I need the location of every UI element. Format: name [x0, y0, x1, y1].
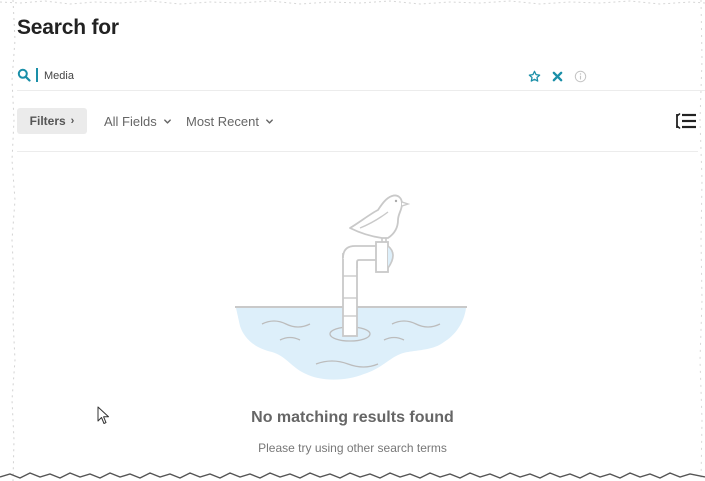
close-icon [552, 71, 562, 81]
empty-state-subtitle: Please try using other search terms [258, 441, 447, 455]
toolbar-divider [17, 151, 698, 152]
clear-search-button[interactable] [549, 68, 565, 84]
fields-dropdown-label: All Fields [104, 113, 157, 129]
search-divider [17, 90, 705, 91]
chevron-down-icon [266, 118, 273, 124]
info-icon [574, 70, 586, 82]
seagull-periscope-illustration [235, 194, 467, 380]
search-actions [526, 67, 595, 85]
star-icon [528, 70, 540, 82]
fields-dropdown[interactable]: All Fields [104, 108, 172, 134]
list-view-icon[interactable] [674, 110, 698, 132]
empty-state-title: No matching results found [251, 409, 454, 426]
save-search-button[interactable] [526, 68, 542, 84]
sort-dropdown[interactable]: Most Recent [186, 108, 274, 134]
search-icon[interactable] [17, 68, 31, 82]
filters-button-label: Filters [29, 114, 66, 128]
sort-dropdown-label: Most Recent [186, 113, 259, 129]
page-title: Search for [17, 16, 119, 39]
search-info-button[interactable] [572, 68, 588, 84]
search-page: Search for Media Filters › All Fields Mo… [0, 0, 705, 481]
chevron-right-icon: › [70, 115, 75, 127]
search-input[interactable] [44, 66, 514, 86]
torn-edge-top [0, 0, 705, 5]
results-toolbar: Filters › All Fields Most Recent [17, 108, 698, 134]
search-bar [17, 66, 695, 86]
torn-edge-bottom [0, 472, 705, 479]
text-caret [36, 68, 38, 82]
chevron-down-icon [163, 118, 171, 124]
filters-button[interactable]: Filters › [17, 108, 87, 134]
